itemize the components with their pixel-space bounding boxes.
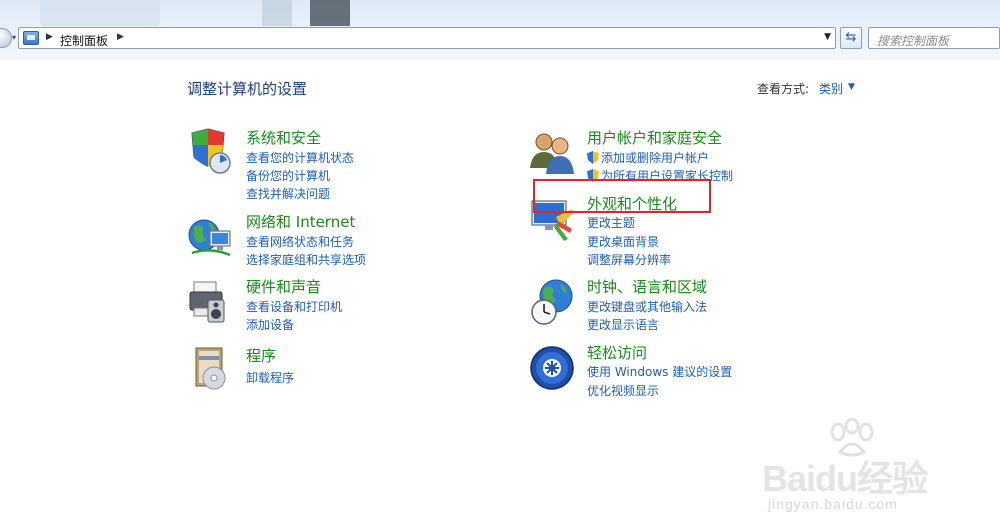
background-window bbox=[262, 0, 292, 26]
link-view-network-status[interactable]: 查看网络状态和任务 bbox=[246, 233, 354, 250]
link-troubleshoot[interactable]: 查找并解决问题 bbox=[246, 185, 330, 202]
ease-of-access-icon[interactable] bbox=[528, 344, 576, 392]
link-backup-computer[interactable]: 备份您的计算机 bbox=[246, 167, 330, 184]
watermark-brand: Baidu经验 bbox=[762, 458, 928, 499]
background-window bbox=[310, 0, 350, 26]
baidu-jingyan-watermark: Baidu经验 jingyan.baidu.com bbox=[762, 414, 972, 514]
view-by-label: 查看方式: bbox=[757, 82, 810, 96]
page-title: 调整计算机的设置 bbox=[187, 80, 308, 98]
user-accounts-icon[interactable] bbox=[528, 128, 576, 176]
address-bar[interactable]: ▶ 控制面板 ▶ ▼ bbox=[18, 27, 836, 49]
link-change-desktop-background[interactable]: 更改桌面背景 bbox=[587, 233, 659, 250]
link-windows-recommended-settings[interactable]: 使用 Windows 建议的设置 bbox=[587, 363, 732, 380]
refresh-icon: ⇆ bbox=[845, 30, 857, 45]
uac-shield-icon bbox=[587, 151, 599, 164]
link-adjust-resolution[interactable]: 调整屏幕分辨率 bbox=[587, 251, 671, 268]
link-add-remove-accounts[interactable]: 添加或删除用户帐户 bbox=[587, 149, 709, 166]
category-system-security[interactable]: 系统和安全 bbox=[246, 127, 321, 148]
clock-language-region-icon[interactable] bbox=[528, 278, 576, 326]
category-user-accounts[interactable]: 用户帐户和家庭安全 bbox=[587, 127, 722, 148]
breadcrumb-arrow-icon[interactable]: ▶ bbox=[117, 32, 124, 42]
link-view-computer-status[interactable]: 查看您的计算机状态 bbox=[246, 149, 354, 166]
category-clock-language-region[interactable]: 时钟、语言和区域 bbox=[587, 276, 707, 297]
window-header: ▾ ▶ 控制面板 ▶ ▼ ⇆ 搜索控制面板 bbox=[0, 0, 1000, 60]
link-text: 添加或删除用户帐户 bbox=[601, 151, 710, 165]
address-dropdown-icon[interactable]: ▼ bbox=[824, 32, 831, 42]
network-internet-icon[interactable] bbox=[186, 213, 234, 261]
back-button[interactable] bbox=[0, 28, 12, 48]
hardware-sound-icon[interactable] bbox=[186, 278, 234, 326]
highlight-annotation-box bbox=[533, 179, 711, 213]
category-network-internet[interactable]: 网络和 Internet bbox=[246, 211, 355, 232]
link-change-display-language[interactable]: 更改显示语言 bbox=[587, 316, 659, 333]
link-change-theme[interactable]: 更改主题 bbox=[587, 214, 635, 231]
refresh-button[interactable]: ⇆ bbox=[840, 27, 862, 49]
link-uninstall-program[interactable]: 卸载程序 bbox=[246, 369, 294, 386]
search-input[interactable]: 搜索控制面板 bbox=[868, 27, 1000, 49]
view-by-dropdown[interactable]: 类别 bbox=[819, 80, 843, 97]
background-window bbox=[40, 0, 160, 26]
control-panel-icon bbox=[23, 31, 39, 45]
link-add-device[interactable]: 添加设备 bbox=[246, 316, 294, 333]
link-optimize-video-display[interactable]: 优化视频显示 bbox=[587, 382, 659, 399]
link-homegroup-sharing[interactable]: 选择家庭组和共享选项 bbox=[246, 251, 366, 268]
category-programs[interactable]: 程序 bbox=[246, 345, 276, 366]
system-security-icon[interactable] bbox=[186, 127, 234, 175]
search-placeholder: 搜索控制面板 bbox=[877, 34, 950, 48]
category-hardware-sound[interactable]: 硬件和声音 bbox=[246, 276, 321, 297]
chevron-down-icon[interactable]: ▼ bbox=[848, 82, 855, 92]
breadcrumb-arrow-icon[interactable]: ▶ bbox=[46, 32, 53, 42]
recent-pages-dropdown-icon[interactable]: ▾ bbox=[12, 33, 16, 42]
category-ease-of-access[interactable]: 轻松访问 bbox=[587, 342, 647, 363]
watermark-url: jingyan.baidu.com bbox=[768, 496, 898, 512]
breadcrumb-control-panel[interactable]: 控制面板 bbox=[60, 32, 108, 49]
programs-icon[interactable] bbox=[186, 344, 234, 392]
link-devices-printers[interactable]: 查看设备和打印机 bbox=[246, 298, 342, 315]
link-change-keyboard-input[interactable]: 更改键盘或其他输入法 bbox=[587, 298, 707, 315]
